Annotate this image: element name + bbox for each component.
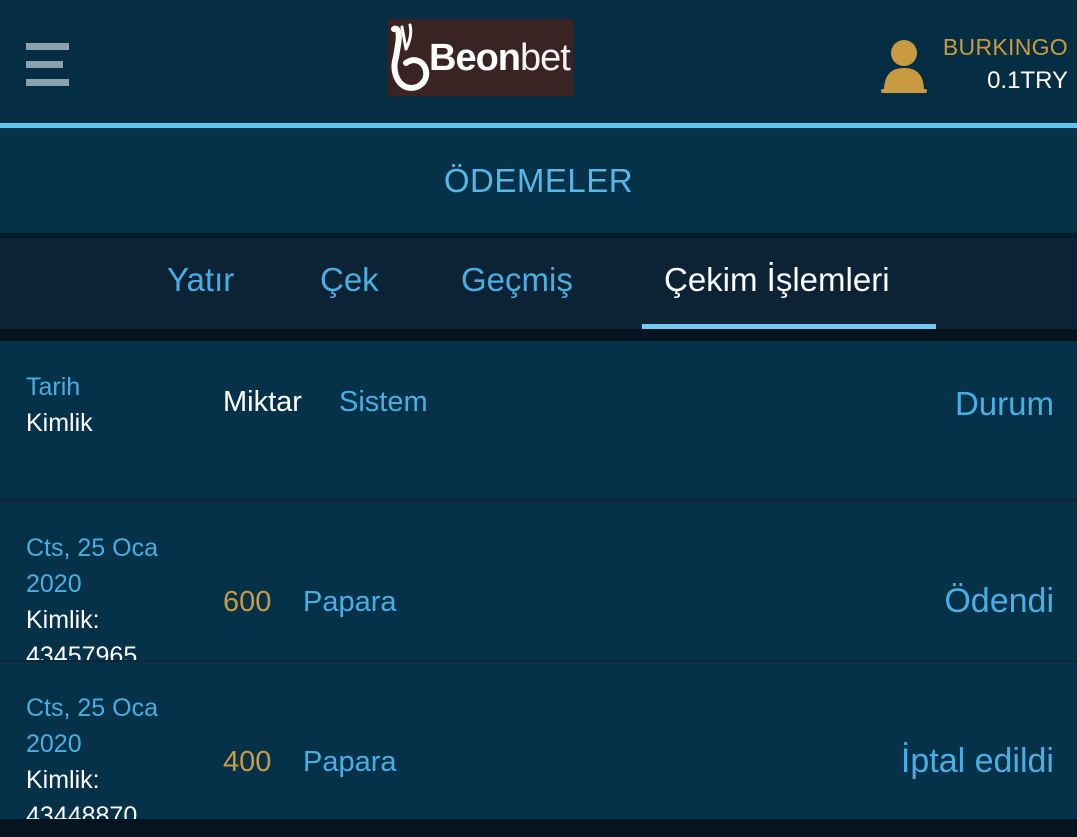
row-system: Papara [303,586,397,618]
tabs-separator [0,329,1077,341]
row-year: 2020 [26,730,82,758]
page-title: ÖDEMELER [443,161,634,199]
row-year: 2020 [26,570,82,598]
page-title-bar: ÖDEMELER [0,128,1077,233]
header-amount: Miktar [223,386,302,418]
row-id-value: 43457965 [26,642,138,660]
header-status: Durum [954,385,1054,422]
beonbet-logo[interactable]: Beonbet [388,19,573,96]
withdrawals-table: Tarih Kimlik Miktar Sistem Durum Cts, 25… [0,341,1077,821]
row-id-value: 43448870 [26,802,138,819]
header-date-id: Tarih Kimlik [26,369,93,441]
tab-history[interactable]: Geçmiş [461,261,573,299]
balance-label: 0.1TRY [987,67,1068,94]
row-date-id: Cts, 25 Oca 2020 Kimlik: 43448870 [26,690,158,819]
logo-text-thin: bet [520,37,571,79]
payment-tabs: Yatır Çek Geçmiş Çekim İşlemleri [0,238,1077,329]
row-date-id: Cts, 25 Oca 2020 Kimlik: 43457965 [26,530,158,660]
bottom-strip [0,821,1077,837]
user-avatar-icon[interactable] [881,38,927,93]
logo-text-bold: Beon [429,37,521,79]
row-amount: 600 [223,586,272,618]
username-label[interactable]: BURKINGO [943,34,1068,61]
row-status: Ödendi [944,582,1054,620]
top-header: Beonbet BURKINGO 0.1TRY [0,0,1077,123]
logo-wordmark: Beonbet [429,36,571,80]
row-id-label: Kimlik: [26,606,100,634]
hamburger-menu-icon[interactable] [26,43,69,87]
payments-screen: Beonbet BURKINGO 0.1TRY ÖDEMELER Yatır Ç… [0,0,1077,837]
table-header-row: Tarih Kimlik Miktar Sistem Durum [0,341,1077,499]
tab-withdraw[interactable]: Çek [320,261,379,299]
row-date: Cts, 25 Oca [26,534,158,562]
row-system: Papara [303,746,397,778]
header-system: Sistem [339,386,428,418]
row-id-label: Kimlik: [26,766,100,794]
header-date: Tarih [26,373,81,401]
row-status: İptal edildi [900,742,1054,780]
tab-withdrawal-transactions[interactable]: Çekim İşlemleri [664,261,890,299]
tab-deposit[interactable]: Yatır [167,261,234,299]
row-amount: 400 [223,746,272,778]
table-row[interactable]: Cts, 25 Oca 2020 Kimlik: 43448870 400 Pa… [0,662,1077,819]
row-date: Cts, 25 Oca [26,694,158,722]
header-id: Kimlik [26,409,93,437]
table-row[interactable]: Cts, 25 Oca 2020 Kimlik: 43457965 600 Pa… [0,502,1077,660]
